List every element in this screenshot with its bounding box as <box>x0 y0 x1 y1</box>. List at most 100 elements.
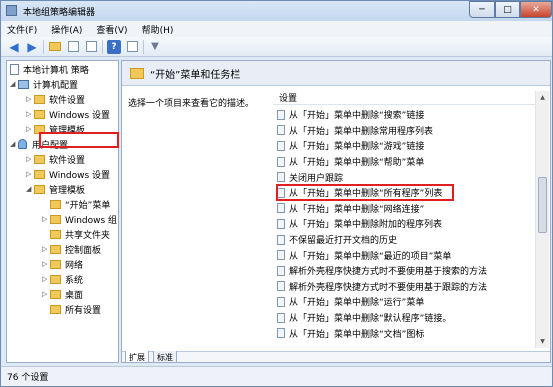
setting-row[interactable]: 解析外壳程序快捷方式时不要使用基于搜索的方法 <box>273 263 535 279</box>
tree-node-label: 软件设置 <box>49 95 86 106</box>
tree-node-root[interactable]: 本地计算机 策略 <box>10 62 89 76</box>
tree-node-label: 本地计算机 策略 <box>23 65 89 76</box>
setting-label: 从「开始」菜单中删除附加的程序列表 <box>289 220 443 231</box>
scroll-down-icon[interactable]: ▼ <box>536 335 549 348</box>
column-header-setting[interactable]: 设置 <box>273 91 535 105</box>
details-header-title: “开始”菜单和任务栏 <box>150 69 241 81</box>
policy-icon <box>277 109 285 120</box>
tree-node-software-settings[interactable]: ▷ 软件设置 <box>26 92 85 106</box>
tree-node-windows-settings[interactable]: ▷ Windows 设置 <box>26 107 110 121</box>
menu-action[interactable]: 操作(A) <box>51 23 82 36</box>
status-bar: 76 个设置 <box>1 366 552 386</box>
description-text: 选择一个项目来查看它的描述。 <box>128 99 255 109</box>
tree-node-start-menu[interactable]: “开始”菜单 <box>50 197 110 211</box>
tree-node-label: Windows 组 <box>65 215 118 226</box>
tree-node-network[interactable]: ▷ 网络 <box>42 257 83 271</box>
expand-arrow-icon[interactable]: ▷ <box>42 260 50 268</box>
folder-icon <box>34 154 45 164</box>
collapse-arrow-icon[interactable]: ◢ <box>26 185 34 193</box>
tree-node-shared-folders[interactable]: 共享文件夹 <box>50 227 110 241</box>
up-folder-icon[interactable] <box>48 40 62 54</box>
view-tabs: 扩展 标准 <box>122 351 550 362</box>
setting-row[interactable]: 从「开始」菜单中删除“搜索”链接 <box>273 107 535 123</box>
details-pane: “开始”菜单和任务栏 选择一个项目来查看它的描述。 设置 从「开始」菜单中删除“… <box>121 60 551 363</box>
folder-icon <box>50 229 61 239</box>
filter-icon[interactable]: ▼ <box>148 40 162 54</box>
folder-icon <box>50 304 61 314</box>
selection-highlight-box <box>39 132 119 148</box>
tree-node-control-panel[interactable]: ▷ 控制面板 <box>42 242 101 256</box>
setting-row[interactable]: 从「开始」菜单中删除“网络连接” <box>273 201 535 217</box>
tree-node-label: 控制面板 <box>65 245 102 256</box>
expand-arrow-icon[interactable]: ▷ <box>42 275 50 283</box>
tree-node-all-settings[interactable]: 所有设置 <box>50 302 101 316</box>
expand-arrow-icon[interactable]: ▷ <box>42 245 50 253</box>
tree-node-label: 桌面 <box>65 290 84 301</box>
setting-row[interactable]: 从「开始」菜单中删除常用程序列表 <box>273 123 535 139</box>
toolbar-separator <box>102 39 103 54</box>
setting-label: 关闭用户跟踪 <box>289 173 344 184</box>
policy-icon <box>277 234 285 245</box>
tree-node-windows-components[interactable]: ▷ Windows 组 <box>42 212 117 226</box>
folder-icon <box>34 169 45 179</box>
tab-extended[interactable]: 扩展 <box>125 351 149 362</box>
menu-file[interactable]: 文件(F) <box>7 23 37 36</box>
setting-highlight-box <box>276 184 454 201</box>
tree-node-desktop[interactable]: ▷ 桌面 <box>42 287 83 301</box>
menu-bar: 文件(F) 操作(A) 查看(V) 帮助(H) <box>1 21 552 37</box>
expand-arrow-icon[interactable]: ▷ <box>42 215 50 223</box>
expand-arrow-icon[interactable]: ▷ <box>26 95 34 103</box>
forward-arrow-icon[interactable]: ▶ <box>25 40 39 54</box>
folder-icon <box>50 274 61 284</box>
maximize-button[interactable]: □ <box>495 1 520 18</box>
vertical-scrollbar[interactable]: ▲ ▼ <box>535 91 549 348</box>
expand-arrow-icon[interactable]: ▷ <box>26 110 34 118</box>
tree-node-user-software-settings[interactable]: ▷ 软件设置 <box>26 152 85 166</box>
collapse-arrow-icon[interactable]: ◢ <box>10 140 18 148</box>
tree-node-user-windows-settings[interactable]: ▷ Windows 设置 <box>26 167 110 181</box>
setting-label: 从「开始」菜单中删除“搜索”链接 <box>289 111 425 122</box>
expand-arrow-icon[interactable]: ▷ <box>26 155 34 163</box>
show-tree-icon[interactable] <box>66 40 80 54</box>
folder-icon <box>50 214 61 224</box>
properties-icon[interactable] <box>125 40 139 54</box>
tree-node-user-admin-templates[interactable]: ◢ 管理模板 <box>26 182 85 196</box>
expand-arrow-icon[interactable]: ▷ <box>26 125 34 133</box>
toolbar-separator <box>143 39 144 54</box>
scroll-thumb[interactable] <box>538 177 547 233</box>
close-button[interactable]: ✕ <box>520 1 552 18</box>
setting-row[interactable]: 从「开始」菜单中删除“最近的项目”菜单 <box>273 247 535 263</box>
tab-standard[interactable]: 标准 <box>153 351 177 362</box>
setting-row[interactable]: 解析外壳程序快捷方式时不要使用基于跟踪的方法 <box>273 279 535 295</box>
folder-icon <box>50 259 61 269</box>
details-header: “开始”菜单和任务栏 <box>122 61 550 86</box>
back-arrow-icon[interactable]: ◀ <box>7 40 21 54</box>
list-icon[interactable] <box>84 40 98 54</box>
policy-icon <box>277 312 285 323</box>
setting-row[interactable]: 从「开始」菜单中删除“游戏”链接 <box>273 138 535 154</box>
menu-help[interactable]: 帮助(H) <box>142 23 174 36</box>
tree-node-label: 网络 <box>65 260 84 271</box>
setting-label: 从「开始」菜单中删除“帮助”菜单 <box>289 158 425 169</box>
menu-view[interactable]: 查看(V) <box>96 23 127 36</box>
setting-row[interactable]: 从「开始」菜单中删除附加的程序列表 <box>273 216 535 232</box>
policy-icon <box>277 156 285 167</box>
tree-node-label: 所有设置 <box>65 305 102 316</box>
setting-row[interactable]: 从「开始」菜单中删除“帮助”菜单 <box>273 154 535 170</box>
setting-row[interactable]: 从「开始」菜单中删除“运行”菜单 <box>273 294 535 310</box>
setting-row[interactable]: 关闭用户跟踪 <box>273 169 535 185</box>
tree-node-computer-config[interactable]: ◢ 计算机配置 <box>10 77 78 91</box>
expand-arrow-icon[interactable]: ▷ <box>42 290 50 298</box>
tree-node-system[interactable]: ▷ 系统 <box>42 272 83 286</box>
collapse-arrow-icon[interactable]: ◢ <box>10 80 18 88</box>
expand-arrow-icon[interactable]: ▷ <box>26 170 34 178</box>
policy-icon <box>277 296 285 307</box>
minimize-button[interactable]: ─ <box>469 1 495 18</box>
setting-row[interactable]: 从「开始」菜单中删除“文档”图标 <box>273 325 535 341</box>
help-icon[interactable]: ? <box>107 39 121 54</box>
setting-row[interactable]: 从「开始」菜单中删除“默认程序”链接。 <box>273 310 535 326</box>
setting-label: 从「开始」菜单中删除“最近的项目”菜单 <box>289 251 452 262</box>
scroll-up-icon[interactable]: ▲ <box>536 91 549 104</box>
setting-row[interactable]: 不保留最近打开文档的历史 <box>273 232 535 248</box>
tree-node-label: 计算机配置 <box>33 80 79 91</box>
